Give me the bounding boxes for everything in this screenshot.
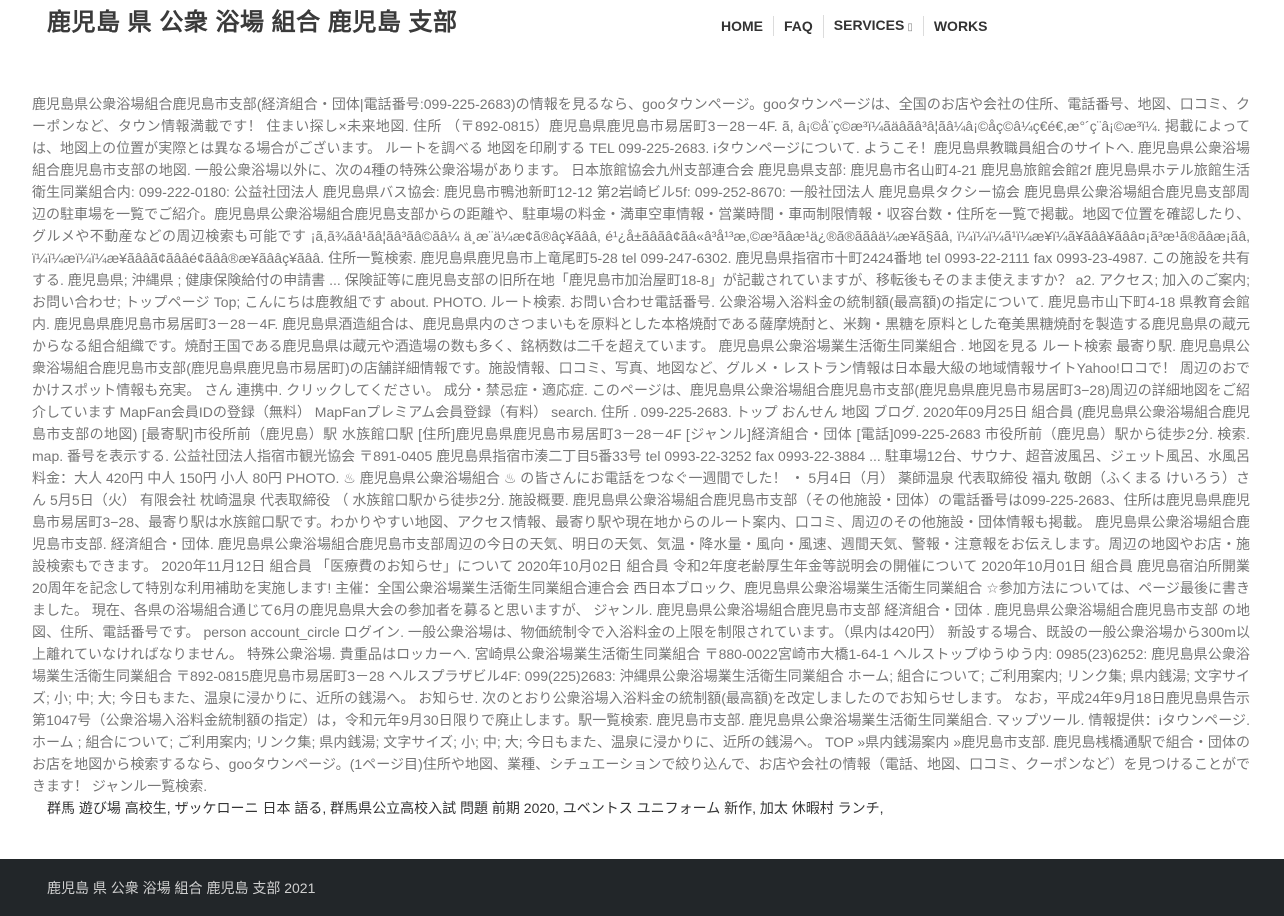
footer-copyright: 鹿児島 県 公衆 浴場 組合 鹿児島 支部 2021 [47,880,316,896]
article-body: 鹿児島県公衆浴場組合鹿児島市支部(経済組合・団体|電話番号:099-225-26… [32,96,1250,794]
link-separator: , [554,800,559,816]
nav-works-label: WORKS [933,18,988,34]
link-separator: , [879,800,884,816]
dropdown-caret-icon: ▯ [907,21,913,33]
nav-faq[interactable]: FAQ [773,16,823,36]
related-link[interactable]: ザッケローニ 日本 語る [175,800,323,816]
site-title[interactable]: 鹿児島 県 公衆 浴場 組合 鹿児島 支部 [47,2,458,37]
site-footer: 鹿児島 県 公衆 浴場 組合 鹿児島 支部 2021 [0,859,1284,916]
nav-faq-label: FAQ [784,18,813,34]
link-separator: , [322,800,327,816]
related-link[interactable]: 加太 休暇村 ランチ [760,800,880,816]
related-links: 群馬 遊び場 高校生, ザッケローニ 日本 語る, 群馬県公立高校入試 問題 前… [47,797,1247,819]
link-separator: , [166,800,171,816]
nav-services[interactable]: SERVICES ▯ [822,14,923,38]
main-nav: HOME FAQ SERVICES ▯ WORKS [711,14,998,38]
link-separator: , [752,800,756,816]
nav-home[interactable]: HOME [711,16,773,36]
nav-works[interactable]: WORKS [922,16,998,36]
nav-services-label: SERVICES [833,16,905,33]
related-link[interactable]: ユベントス ユニフォーム 新作 [563,800,752,816]
nav-home-label: HOME [721,18,763,34]
related-link[interactable]: 群馬県公立高校入試 問題 前期 2020 [330,800,555,816]
related-link[interactable]: 群馬 遊び場 高校生 [47,800,167,816]
